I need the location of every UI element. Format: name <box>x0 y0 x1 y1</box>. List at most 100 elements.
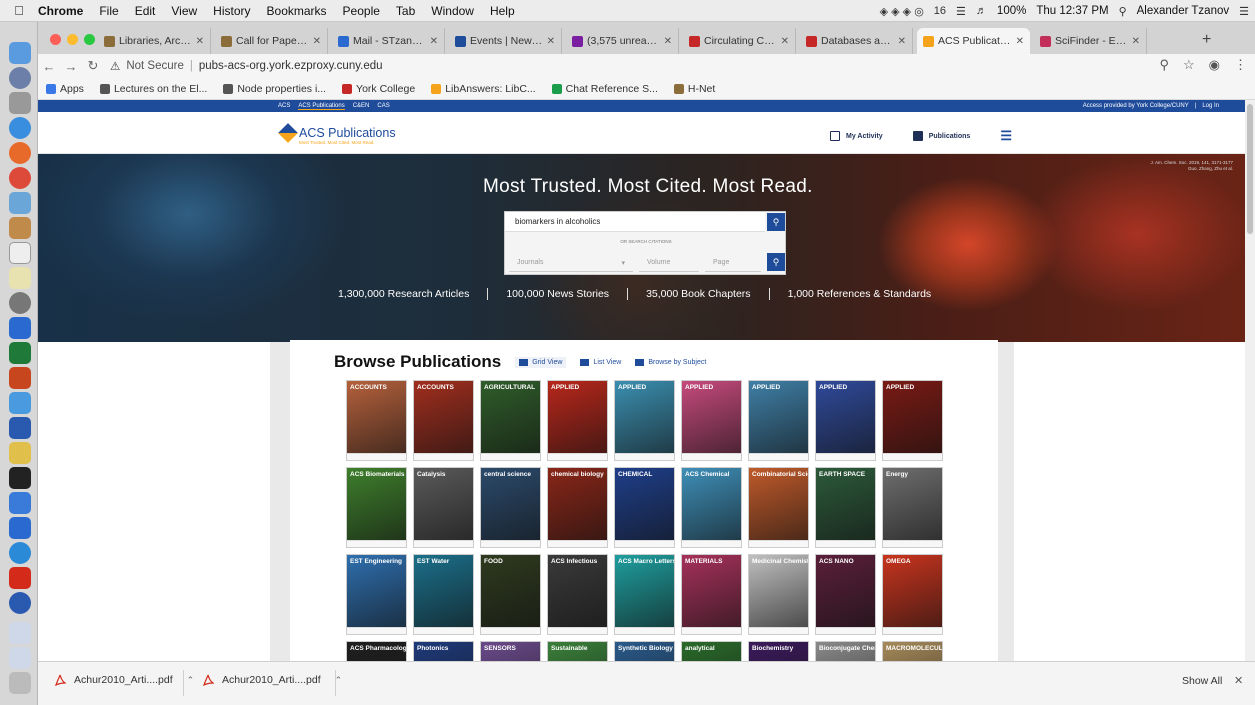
my-activity-link[interactable]: My Activity <box>830 131 883 141</box>
app-icon[interactable] <box>9 442 31 464</box>
tab[interactable]: Libraries, Archives, M ✕ <box>98 28 211 54</box>
journal-cover[interactable]: ACCOUNTS <box>346 380 407 461</box>
menu-view[interactable]: View <box>171 4 197 18</box>
bookmark-item[interactable]: Apps <box>46 83 84 95</box>
app-icon[interactable] <box>9 392 31 414</box>
volume-icon[interactable]: ♬ <box>976 5 987 17</box>
bookmark-item[interactable]: Node properties i... <box>223 83 326 95</box>
journal-cover[interactable]: APPLIED <box>681 380 742 461</box>
minimize-window-button[interactable] <box>67 34 78 45</box>
wifi-icon[interactable]: ☰ <box>956 5 966 18</box>
journal-cover[interactable]: CHEMICAL <box>614 467 675 548</box>
bookmark-item[interactable]: York College <box>342 83 415 95</box>
journal-cover[interactable]: Combinatorial Science <box>748 467 809 548</box>
document-icon[interactable] <box>9 622 31 644</box>
journal-cover[interactable]: APPLIED <box>815 380 876 461</box>
document-icon[interactable] <box>9 647 31 669</box>
journal-cover[interactable]: OMEGA <box>882 554 943 635</box>
journal-cover[interactable]: Medicinal Chemistry Letters <box>748 554 809 635</box>
journal-cover[interactable]: ACS Biomaterials <box>346 467 407 548</box>
zoom-window-button[interactable] <box>84 34 95 45</box>
menu-history[interactable]: History <box>213 4 250 18</box>
menu-file[interactable]: File <box>99 4 118 18</box>
close-window-button[interactable] <box>50 34 61 45</box>
xcode-icon[interactable] <box>9 317 31 339</box>
battery-percent[interactable]: 100% <box>997 5 1026 17</box>
excel-icon[interactable] <box>9 342 31 364</box>
chrome-icon[interactable] <box>9 167 31 189</box>
trash-icon[interactable] <box>9 672 31 694</box>
browse-by-subject-option[interactable]: Browse by Subject <box>635 358 706 366</box>
tab[interactable]: SciFinder - Explore ✕ <box>1034 28 1147 54</box>
journal-cover[interactable]: ACS Pharmacology <box>346 641 407 661</box>
list-view-option[interactable]: List View <box>580 358 621 366</box>
notes-icon[interactable] <box>9 217 31 239</box>
journal-cover[interactable]: analytical <box>681 641 742 661</box>
journal-cover[interactable]: Bioconjugate Chemistry <box>815 641 876 661</box>
safari-icon[interactable] <box>9 117 31 139</box>
menu-edit[interactable]: Edit <box>135 4 156 18</box>
omnibox[interactable]: ⚠ Not Secure | pubs-acs-org.york.ezproxy… <box>110 59 383 73</box>
tab[interactable]: Events | New York Ac ✕ <box>449 28 562 54</box>
journal-cover[interactable]: Photonics <box>413 641 474 661</box>
tab-close-icon[interactable]: ✕ <box>1016 36 1024 47</box>
journal-cover[interactable]: ACS NANO <box>815 554 876 635</box>
app-icon[interactable] <box>9 517 31 539</box>
journal-cover[interactable]: FOOD <box>480 554 541 635</box>
finder-icon[interactable] <box>9 42 31 64</box>
app-icon[interactable] <box>9 292 31 314</box>
menu-window[interactable]: Window <box>431 4 474 18</box>
tab-close-icon[interactable]: ✕ <box>313 36 321 47</box>
terminal-icon[interactable] <box>9 467 31 489</box>
bookmark-item[interactable]: Lectures on the El... <box>99 83 207 95</box>
journal-cover[interactable]: AGRICULTURAL <box>480 380 541 461</box>
scrollbar-thumb[interactable] <box>1247 104 1253 234</box>
tab-close-icon[interactable]: ✕ <box>781 36 789 47</box>
tab[interactable]: Mail - STzanova@york ✕ <box>332 28 445 54</box>
journal-cover[interactable]: EST Engineering <box>346 554 407 635</box>
show-all-button[interactable]: Show All <box>1182 675 1222 687</box>
tab[interactable]: ACS Publications: Ch ✕ <box>917 28 1030 54</box>
download-item[interactable]: Achur2010_Arti....pdf ⌃ <box>54 674 194 687</box>
reload-button[interactable]: ↻ <box>82 58 104 74</box>
close-icon[interactable]: ✕ <box>1234 674 1243 687</box>
tab[interactable]: Call for Papers: Medic ✕ <box>215 28 328 54</box>
calendar-icon[interactable] <box>9 242 31 264</box>
download-item[interactable]: Achur2010_Arti....pdf ⌃ <box>202 674 342 687</box>
spotlight-icon[interactable]: ⚲ <box>1119 5 1127 18</box>
journal-cover[interactable]: MATERIALS <box>681 554 742 635</box>
tab-close-icon[interactable]: ✕ <box>430 36 438 47</box>
menu-app[interactable]: Chrome <box>38 4 83 18</box>
acs-logo[interactable]: ACS Publications Most Trusted. Most Cite… <box>278 123 396 145</box>
journal-cover[interactable]: Catalysis <box>413 467 474 548</box>
tab-close-icon[interactable]: ✕ <box>196 36 204 47</box>
tab-close-icon[interactable]: ✕ <box>664 36 672 47</box>
volume-field[interactable]: Volume <box>639 254 699 272</box>
journal-cover[interactable]: APPLIED <box>614 380 675 461</box>
topbar-link-cas[interactable]: CAS <box>377 103 389 110</box>
firefox-icon[interactable] <box>9 142 31 164</box>
system-preferences-icon[interactable] <box>9 92 31 114</box>
journals-select[interactable]: Journals ▾ <box>509 254 633 272</box>
grid-view-option[interactable]: Grid View <box>515 356 567 368</box>
journal-cover[interactable]: EST Water <box>413 554 474 635</box>
profile-icon[interactable]: ◉ <box>1209 57 1220 73</box>
clock[interactable]: Thu 12:37 PM <box>1036 5 1108 17</box>
journal-cover[interactable]: chemical biology <box>547 467 608 548</box>
user-name[interactable]: Alexander Tzanov <box>1137 5 1229 17</box>
journal-cover[interactable]: MACROMOLECULES <box>882 641 943 661</box>
launchpad-icon[interactable] <box>9 67 31 89</box>
journal-cover[interactable]: ACCOUNTS <box>413 380 474 461</box>
menu-bookmarks[interactable]: Bookmarks <box>267 4 327 18</box>
forward-button[interactable]: → <box>60 59 82 74</box>
journal-cover[interactable]: Synthetic Biology <box>614 641 675 661</box>
notification-list-icon[interactable]: ☰ <box>1239 5 1249 18</box>
powerpoint-icon[interactable] <box>9 367 31 389</box>
page-scrollbar[interactable] <box>1245 100 1255 661</box>
journal-cover[interactable]: central science <box>480 467 541 548</box>
back-button[interactable]: ← <box>38 59 60 74</box>
new-tab-button[interactable]: + <box>1202 31 1211 49</box>
journal-cover[interactable]: APPLIED <box>882 380 943 461</box>
search-icon[interactable]: ⚲ <box>1159 57 1169 73</box>
journal-cover[interactable]: Biochemistry <box>748 641 809 661</box>
